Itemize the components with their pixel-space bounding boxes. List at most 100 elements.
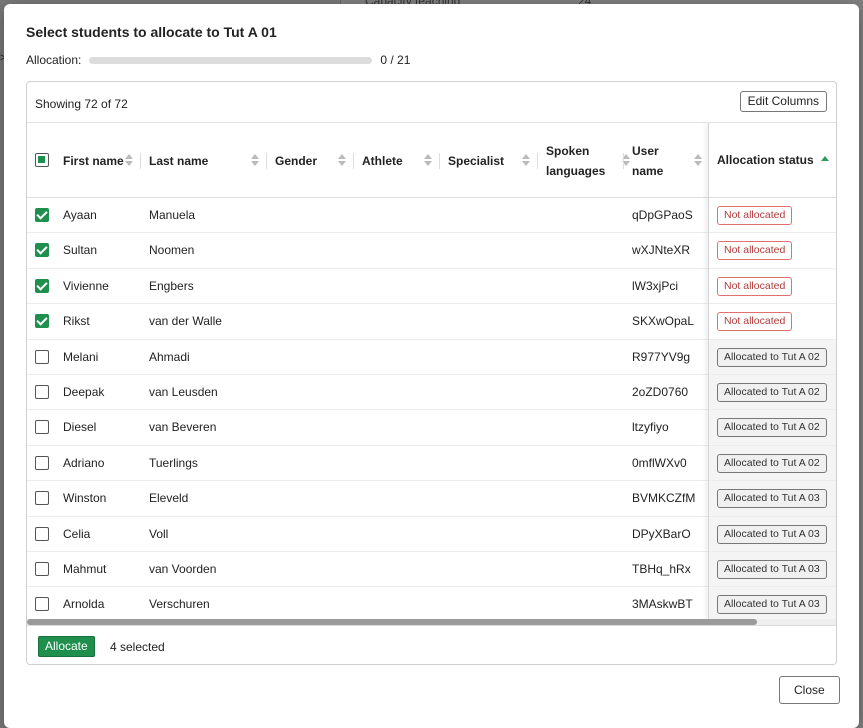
showing-count: Showing 72 of 72 <box>35 97 128 111</box>
cell-user-name: 0mflWXv0 <box>632 455 687 470</box>
sort-icon[interactable] <box>125 154 133 166</box>
row-checkbox[interactable] <box>35 384 49 399</box>
header-first-name-label: First name <box>63 153 124 168</box>
cell-last-name: Voll <box>149 526 169 541</box>
header-gender[interactable]: Gender <box>267 123 354 198</box>
cell-user-name: DPyXBarO <box>632 526 691 541</box>
row-checkbox[interactable] <box>35 597 49 612</box>
allocation-label: Allocation: <box>26 53 82 67</box>
header-allocation-status-label: Allocation status <box>717 153 814 167</box>
header-user-name[interactable]: User name <box>624 123 708 198</box>
cell-first-name: Celia <box>63 526 91 541</box>
cell-user-name: wXJNteXR <box>632 243 691 258</box>
cell-user-name: qDpGPaoS <box>632 208 693 222</box>
status-badge: Allocated to Tut A 03 <box>717 489 827 509</box>
cell-first-name: Adriano <box>63 455 105 470</box>
cell-last-name: Verschuren <box>149 597 210 612</box>
header-last-name[interactable]: Last name <box>141 123 267 198</box>
cell-last-name: Engbers <box>149 278 194 293</box>
status-cell: Allocated to Tut A 03 <box>709 516 836 552</box>
header-spoken-languages[interactable]: Spoken languages <box>538 123 630 198</box>
row-checkbox[interactable] <box>35 491 49 506</box>
header-spoken-line2: languages <box>546 163 606 178</box>
allocation-count: 0 / 21 <box>380 53 411 67</box>
row-checkbox[interactable] <box>35 349 49 364</box>
allocate-button[interactable]: Allocate <box>38 636 95 657</box>
cell-first-name: Deepak <box>63 384 105 399</box>
students-table-card: Showing 72 of 72 Edit Columns First name… <box>26 81 837 665</box>
sort-ascending-icon[interactable] <box>821 156 829 168</box>
cell-first-name: Arnolda <box>63 597 105 612</box>
cell-first-name: Mahmut <box>63 561 107 576</box>
status-cells: Not allocated Not allocated Not allocated N… <box>709 198 836 619</box>
status-badge: Allocated to Tut A 02 <box>717 453 827 473</box>
sort-icon[interactable] <box>694 154 702 166</box>
cell-last-name: van Beveren <box>149 420 217 435</box>
cell-user-name: R977YV9g <box>632 349 691 364</box>
close-button[interactable]: Close <box>779 676 840 704</box>
status-cell: Allocated to Tut A 02 <box>709 445 836 482</box>
sort-icon[interactable] <box>424 154 432 166</box>
cell-last-name: Eleveld <box>149 491 189 506</box>
header-user-name-label: User name <box>632 141 663 181</box>
status-badge: Allocated to Tut A 03 <box>717 559 827 579</box>
header-athlete-label: Athlete <box>362 153 403 168</box>
cell-user-name: 3MAskwBT <box>632 597 693 612</box>
cell-first-name: Melani <box>63 349 99 364</box>
header-athlete[interactable]: Athlete <box>354 123 440 198</box>
students-grid: First name Last name Gender Athlete Spec… <box>27 122 836 619</box>
cell-last-name: van Leusden <box>149 384 218 399</box>
cell-last-name: Ahmadi <box>149 349 190 364</box>
row-checkbox[interactable] <box>35 278 49 293</box>
status-cell: Allocated to Tut A 02 <box>709 410 836 446</box>
row-checkbox[interactable] <box>35 208 49 222</box>
cell-first-name: Diesel <box>63 420 97 435</box>
sort-icon[interactable] <box>251 154 259 166</box>
status-badge: Allocated to Tut A 03 <box>717 595 827 615</box>
modal-title: Select students to allocate to Tut A 01 <box>26 24 277 40</box>
header-select-all-cell <box>27 123 55 198</box>
header-allocation-status[interactable]: Allocation status <box>709 123 836 198</box>
row-checkbox[interactable] <box>35 243 49 258</box>
row-checkbox[interactable] <box>35 314 49 329</box>
cell-last-name: Manuela <box>149 208 196 222</box>
status-badge: Not allocated <box>717 276 793 296</box>
status-badge: Not allocated <box>717 312 793 332</box>
cell-last-name: van Voorden <box>149 561 217 576</box>
status-cell: Not allocated <box>709 233 836 269</box>
cell-user-name: ltzyfiyo <box>632 420 669 435</box>
row-checkbox[interactable] <box>35 455 49 470</box>
cell-user-name: SKXwOpaL <box>632 314 695 329</box>
cell-last-name: Noomen <box>149 243 195 258</box>
status-cell: Not allocated <box>709 268 836 305</box>
header-specialist-label: Specialist <box>448 153 505 168</box>
cell-first-name: Vivienne <box>63 278 109 293</box>
select-all-checkbox[interactable] <box>35 153 49 167</box>
row-checkbox[interactable] <box>35 420 49 435</box>
selected-count: 4 selected <box>110 640 165 654</box>
cell-first-name: Rikst <box>63 314 90 329</box>
header-spoken-languages-label: Spoken languages <box>546 141 605 181</box>
header-last-name-label: Last name <box>149 153 209 168</box>
header-user-line2: name <box>632 163 664 178</box>
row-checkbox[interactable] <box>35 526 49 541</box>
status-badge: Not allocated <box>717 241 793 261</box>
status-cell: Not allocated <box>709 304 836 340</box>
cell-user-name: BVMKCZfM <box>632 491 696 506</box>
status-cell: Allocated to Tut A 02 <box>709 339 836 375</box>
cell-user-name: TBHq_hRx <box>632 561 691 576</box>
sort-icon[interactable] <box>338 154 346 166</box>
table-footer: Allocate 4 selected <box>27 625 836 664</box>
row-checkbox[interactable] <box>35 561 49 576</box>
header-first-name[interactable]: First name <box>55 123 141 198</box>
cell-last-name: van der Walle <box>149 314 222 329</box>
allocation-progress-bar <box>89 56 373 64</box>
status-cell: Allocated to Tut A 03 <box>709 587 836 619</box>
edit-columns-button[interactable]: Edit Columns <box>739 91 827 112</box>
cell-first-name: Winston <box>63 491 107 506</box>
status-cell: Allocated to Tut A 02 <box>709 374 836 411</box>
status-badge: Allocated to Tut A 03 <box>717 524 827 544</box>
sort-icon[interactable] <box>522 154 530 166</box>
cell-user-name: lW3xjPci <box>632 278 679 293</box>
header-specialist[interactable]: Specialist <box>440 123 538 198</box>
